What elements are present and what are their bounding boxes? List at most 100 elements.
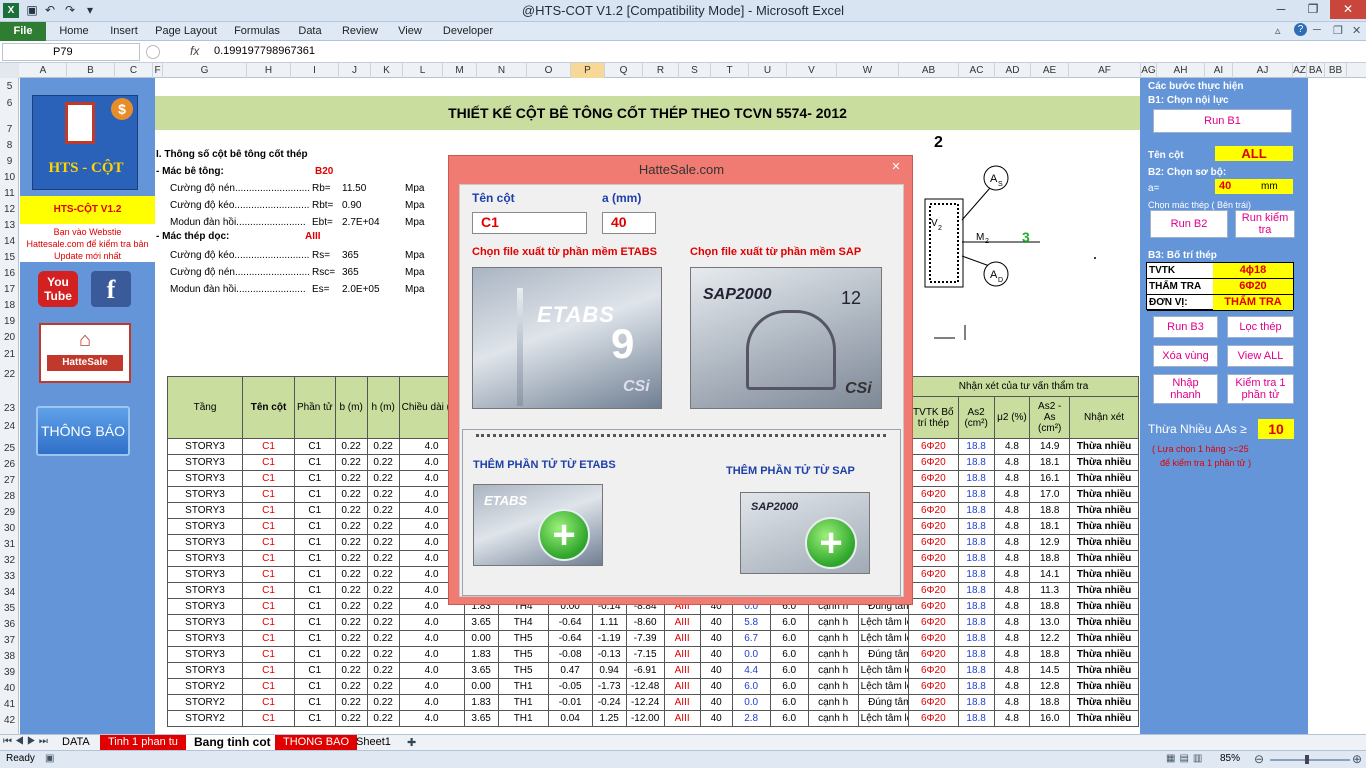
table-cell[interactable]: STORY3	[167, 438, 243, 455]
row-header-21[interactable]: 21	[0, 347, 19, 363]
review-row[interactable]: 6Φ20 18.8 4.8 18.1 Thừa nhiều	[908, 454, 1139, 471]
column-header-aj[interactable]: AJ	[1233, 63, 1293, 78]
review-cell[interactable]: 6Φ20	[908, 566, 959, 583]
table-cell[interactable]: 6.0	[769, 710, 809, 727]
column-header-p[interactable]: P	[571, 63, 605, 78]
row-header-8[interactable]: 8	[0, 138, 19, 154]
review-cell[interactable]: Thừa nhiều	[1069, 710, 1139, 727]
table-cell[interactable]: C1	[294, 710, 336, 727]
row-header-34[interactable]: 34	[0, 585, 19, 601]
table-cell[interactable]: AIII	[663, 710, 701, 727]
column-header-v[interactable]: V	[787, 63, 837, 78]
review-row[interactable]: 6Φ20 18.8 4.8 18.8 Thừa nhiều	[908, 694, 1139, 711]
column-header-ab[interactable]: AB	[899, 63, 959, 78]
table-cell[interactable]: 0.22	[334, 470, 368, 487]
row-header-18[interactable]: 18	[0, 298, 19, 314]
review-cell[interactable]: 4.8	[993, 598, 1031, 615]
param-value[interactable]: 2.7E+04	[342, 217, 380, 228]
review-cell[interactable]: 18.8	[957, 646, 995, 663]
table-cell[interactable]: TH5	[497, 662, 549, 679]
table-cell[interactable]: TH4	[497, 614, 549, 631]
zoom-in-icon[interactable]: ⊕	[1352, 752, 1362, 766]
review-cell[interactable]: 13.0	[1029, 614, 1071, 631]
review-cell[interactable]: 6Φ20	[908, 630, 959, 647]
review-cell[interactable]: Thừa nhiều	[1069, 502, 1139, 519]
table-cell[interactable]: 40	[699, 662, 733, 679]
table-cell[interactable]: C1	[294, 502, 336, 519]
zoom-out-icon[interactable]: ⊖	[1254, 752, 1264, 766]
table-row[interactable]: STORY3 C1 C1 0.22 0.22 4.0 1.83 TH5 -0.08 -0.13 -7…	[167, 646, 922, 663]
review-row[interactable]: 6Φ20 18.8 4.8 18.1 Thừa nhiều	[908, 518, 1139, 535]
table-cell[interactable]: C1	[294, 518, 336, 535]
row-header-22[interactable]: 22	[0, 367, 19, 383]
restore-button[interactable]: ❐	[1298, 0, 1328, 19]
table-cell[interactable]: 0.00	[463, 678, 499, 695]
row-header-5[interactable]: 5	[0, 79, 19, 95]
tab-scroll-icons[interactable]: ⏮◀▶⏭	[3, 736, 51, 747]
table-cell[interactable]: C1	[294, 646, 336, 663]
table-cell[interactable]: -0.24	[591, 694, 627, 711]
review-cell[interactable]: Thừa nhiều	[1069, 614, 1139, 631]
view-buttons[interactable]: ▦▤▥	[1166, 753, 1206, 764]
concrete-grade[interactable]: B20	[315, 166, 333, 177]
table-cell[interactable]: 0.22	[334, 678, 368, 695]
table-cell[interactable]: STORY2	[167, 678, 243, 695]
table-cell[interactable]: cạnh h	[807, 630, 859, 647]
review-cell[interactable]: Thừa nhiều	[1069, 646, 1139, 663]
workbook-restore-icon[interactable]: ❐	[1333, 24, 1343, 37]
table-cell[interactable]: -0.64	[547, 614, 593, 631]
table-cell[interactable]: cạnh h	[807, 662, 859, 679]
close-button[interactable]: ✕	[1330, 0, 1366, 19]
review-cell[interactable]: 6Φ20	[908, 598, 959, 615]
review-row[interactable]: 6Φ20 18.8 4.8 18.8 Thừa nhiều	[908, 550, 1139, 567]
table-cell[interactable]: STORY2	[167, 710, 243, 727]
row-header-14[interactable]: 14	[0, 234, 19, 250]
table-cell[interactable]: 0.22	[366, 438, 400, 455]
review-cell[interactable]: 6Φ20	[908, 694, 959, 711]
row-header-6[interactable]: 6	[0, 96, 19, 112]
steel-row-value[interactable]: THẨM TRA	[1213, 295, 1293, 310]
table-cell[interactable]: STORY3	[167, 454, 243, 471]
table-cell[interactable]: 0.22	[366, 550, 400, 567]
review-cell[interactable]: 18.8	[957, 662, 995, 679]
review-row[interactable]: 6Φ20 18.8 4.8 12.2 Thừa nhiều	[908, 630, 1139, 647]
review-cell[interactable]: 18.8	[1029, 646, 1071, 663]
review-cell[interactable]: 18.8	[957, 454, 995, 471]
row-header-19[interactable]: 19	[0, 314, 19, 330]
table-cell[interactable]: 6.0	[769, 678, 809, 695]
table-cell[interactable]: STORY3	[167, 534, 243, 551]
table-cell[interactable]: 2.8	[731, 710, 771, 727]
row-header-13[interactable]: 13	[0, 218, 19, 234]
tab-formulas[interactable]: Formulas	[230, 22, 284, 41]
review-cell[interactable]: 4.8	[993, 678, 1031, 695]
a-mm-input[interactable]: 40	[602, 212, 656, 234]
steel-grade[interactable]: AIII	[305, 231, 321, 242]
row-header-41[interactable]: 41	[0, 697, 19, 713]
nhap-nhanh-button[interactable]: Nhập nhanh	[1153, 374, 1218, 404]
row-header-40[interactable]: 40	[0, 681, 19, 697]
review-cell[interactable]: Thừa nhiều	[1069, 678, 1139, 695]
table-cell[interactable]: 0.22	[334, 486, 368, 503]
help-icon[interactable]: ?	[1294, 23, 1307, 36]
table-cell[interactable]: 6.0	[769, 694, 809, 711]
table-cell[interactable]: C1	[294, 598, 336, 615]
row-header-25[interactable]: 25	[0, 441, 19, 457]
sheet-tab-thong-bao[interactable]: THONG BAO	[275, 735, 358, 751]
table-cell[interactable]: 0.22	[366, 694, 400, 711]
review-cell[interactable]: 18.8	[957, 710, 995, 727]
review-row[interactable]: 6Φ20 18.8 4.8 18.8 Thừa nhiều	[908, 646, 1139, 663]
review-cell[interactable]: 18.8	[957, 678, 995, 695]
review-cell[interactable]: 11.3	[1029, 582, 1071, 599]
review-cell[interactable]: 16.0	[1029, 710, 1071, 727]
table-cell[interactable]: 1.83	[463, 646, 499, 663]
param-value[interactable]: 365	[342, 267, 359, 278]
name-box[interactable]: P79	[2, 43, 140, 61]
table-cell[interactable]: C1	[294, 630, 336, 647]
review-row[interactable]: 6Φ20 18.8 4.8 13.0 Thừa nhiều	[908, 614, 1139, 631]
table-cell[interactable]: 6.0	[769, 646, 809, 663]
review-cell[interactable]: 18.8	[957, 614, 995, 631]
table-cell[interactable]: 6.0	[769, 614, 809, 631]
table-cell[interactable]: 0.04	[547, 710, 593, 727]
review-cell[interactable]: 4.8	[993, 630, 1031, 647]
table-cell[interactable]: -0.64	[547, 630, 593, 647]
